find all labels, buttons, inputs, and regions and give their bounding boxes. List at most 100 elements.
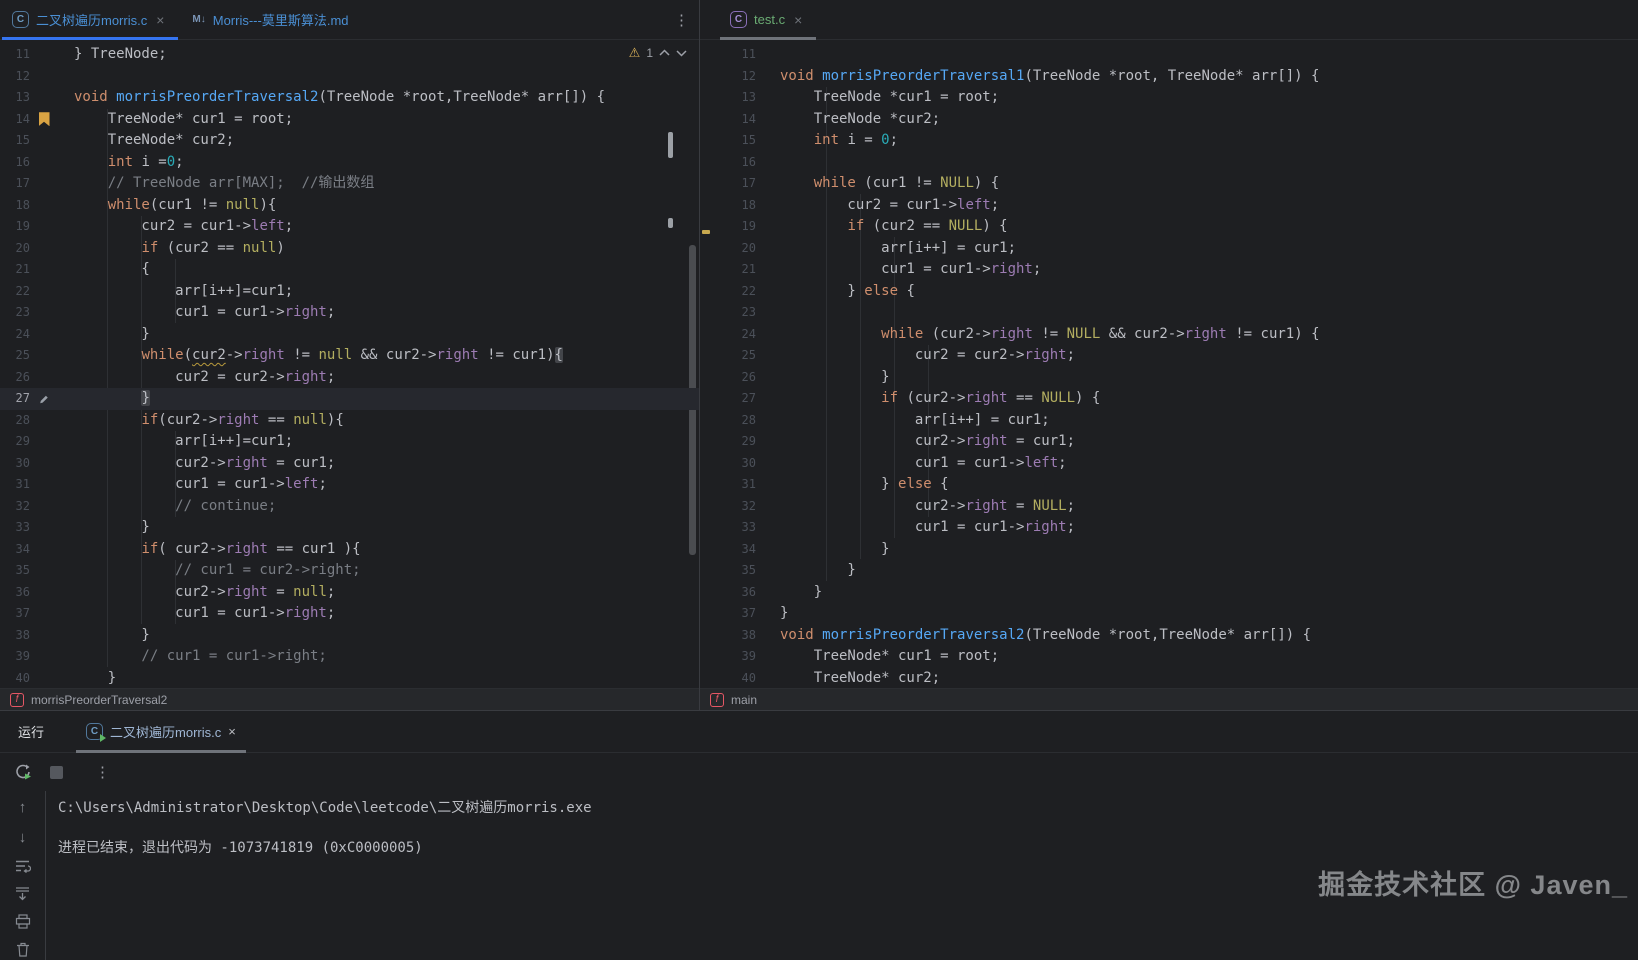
line-number[interactable]: 14 <box>712 109 756 131</box>
breadcrumb-label[interactable]: morrisPreorderTraversal2 <box>31 693 167 707</box>
code-text[interactable]: arr[i++]=cur1; <box>74 281 293 303</box>
code-text[interactable]: // cur1 = cur1->right; <box>74 646 327 668</box>
line-number[interactable]: 39 <box>0 646 30 668</box>
close-icon[interactable]: × <box>154 12 166 28</box>
code-line[interactable]: 40 } <box>0 668 699 689</box>
code-line[interactable]: 25 while(cur2->right != null && cur2->ri… <box>0 345 699 367</box>
gutter[interactable] <box>30 66 58 88</box>
code-line[interactable]: 17 while (cur1 != NULL) { <box>712 173 1638 195</box>
code-line[interactable]: 15 TreeNode* cur2; <box>0 130 699 152</box>
code-text[interactable]: // continue; <box>74 496 276 518</box>
line-number[interactable]: 19 <box>712 216 756 238</box>
code-line[interactable]: 20 if (cur2 == null) <box>0 238 699 260</box>
code-line[interactable]: 27 } <box>0 388 699 410</box>
line-number[interactable]: 11 <box>712 44 756 66</box>
gutter[interactable] <box>30 517 58 539</box>
line-number[interactable]: 35 <box>0 560 30 582</box>
code-text[interactable]: void morrisPreorderTraversal2(TreeNode *… <box>780 625 1311 647</box>
code-line[interactable]: 13void morrisPreorderTraversal2(TreeNode… <box>0 87 699 109</box>
gutter[interactable] <box>30 603 58 625</box>
line-number[interactable]: 26 <box>0 367 30 389</box>
line-number[interactable]: 37 <box>712 603 756 625</box>
close-icon[interactable]: × <box>228 724 236 739</box>
code-line[interactable]: 28 arr[i++] = cur1; <box>712 410 1638 432</box>
line-number[interactable]: 37 <box>0 603 30 625</box>
code-line[interactable]: 36 cur2->right = null; <box>0 582 699 604</box>
line-number[interactable]: 25 <box>712 345 756 367</box>
code-line[interactable]: 20 arr[i++] = cur1; <box>712 238 1638 260</box>
code-text[interactable]: arr[i++] = cur1; <box>780 238 1016 260</box>
code-text[interactable]: } else { <box>780 474 949 496</box>
code-text[interactable]: if (cur2 == NULL) { <box>780 216 1008 238</box>
code-text[interactable]: { <box>74 259 150 281</box>
tab-test-c[interactable]: C test.c × <box>718 0 818 39</box>
stop-icon[interactable] <box>50 766 63 779</box>
gutter[interactable] <box>30 539 58 561</box>
code-line[interactable]: 34 } <box>712 539 1638 561</box>
code-line[interactable]: 15 int i = 0; <box>712 130 1638 152</box>
code-text[interactable]: while (cur2->right != NULL && cur2->righ… <box>780 324 1320 346</box>
code-line[interactable]: 35 // cur1 = cur2->right; <box>0 560 699 582</box>
line-number[interactable]: 28 <box>712 410 756 432</box>
code-text[interactable]: if (cur2 == null) <box>74 238 285 260</box>
code-text[interactable]: cur2->right = cur1; <box>780 431 1075 453</box>
line-number[interactable]: 20 <box>0 238 30 260</box>
code-line[interactable]: 23 <box>712 302 1638 324</box>
clear-icon[interactable] <box>16 942 30 957</box>
more-icon[interactable]: ⋮ <box>664 11 699 29</box>
line-number[interactable]: 36 <box>712 582 756 604</box>
code-line[interactable]: 24 while (cur2->right != NULL && cur2->r… <box>712 324 1638 346</box>
line-number[interactable]: 12 <box>0 66 30 88</box>
line-number[interactable]: 38 <box>712 625 756 647</box>
line-number[interactable]: 27 <box>0 388 30 410</box>
gutter[interactable] <box>30 496 58 518</box>
code-text[interactable]: } TreeNode; <box>74 44 167 66</box>
line-number[interactable]: 12 <box>712 66 756 88</box>
code-text[interactable]: cur2->right = cur1; <box>74 453 335 475</box>
line-number[interactable]: 34 <box>0 539 30 561</box>
code-line[interactable]: 18 cur2 = cur1->left; <box>712 195 1638 217</box>
code-line[interactable]: 26 } <box>712 367 1638 389</box>
code-line[interactable]: 26 cur2 = cur2->right; <box>0 367 699 389</box>
gutter[interactable] <box>30 431 58 453</box>
code-line[interactable]: 17 // TreeNode arr[MAX]; //输出数组 <box>0 173 699 195</box>
gutter[interactable] <box>30 173 58 195</box>
code-text[interactable]: cur2 = cur2->right; <box>780 345 1075 367</box>
code-line[interactable]: 30 cur1 = cur1->left; <box>712 453 1638 475</box>
gutter[interactable] <box>30 453 58 475</box>
code-text[interactable]: // cur1 = cur2->right; <box>74 560 361 582</box>
code-text[interactable]: cur2->right = NULL; <box>780 496 1075 518</box>
gutter[interactable] <box>30 367 58 389</box>
line-number[interactable]: 30 <box>712 453 756 475</box>
code-line[interactable]: 29 cur2->right = cur1; <box>712 431 1638 453</box>
line-number[interactable]: 17 <box>0 173 30 195</box>
code-text[interactable]: } <box>74 324 150 346</box>
code-text[interactable]: cur2 = cur1->left; <box>74 216 293 238</box>
run-panel-title[interactable]: 运行 <box>0 722 60 741</box>
code-text[interactable]: if(cur2->right == null){ <box>74 410 344 432</box>
gutter[interactable] <box>30 259 58 281</box>
code-line[interactable]: 16 <box>712 152 1638 174</box>
code-text[interactable]: cur2 = cur2->right; <box>74 367 335 389</box>
line-number[interactable]: 23 <box>0 302 30 324</box>
code-line[interactable]: 16 int i =0; <box>0 152 699 174</box>
line-number[interactable]: 20 <box>712 238 756 260</box>
gutter[interactable] <box>30 410 58 432</box>
line-number[interactable]: 22 <box>0 281 30 303</box>
gutter[interactable] <box>30 324 58 346</box>
code-line[interactable]: 14 TreeNode* cur1 = root; <box>0 109 699 131</box>
code-line[interactable]: 22 } else { <box>712 281 1638 303</box>
code-line[interactable]: 38 void morrisPreorderTraversal2(TreeNode… <box>712 625 1638 647</box>
code-text[interactable]: cur2 = cur1->left; <box>780 195 999 217</box>
print-icon[interactable] <box>15 914 31 929</box>
gutter[interactable] <box>30 87 58 109</box>
code-text[interactable]: while(cur2->right != null && cur2->right… <box>74 345 563 367</box>
line-number[interactable]: 25 <box>0 345 30 367</box>
gutter[interactable] <box>30 238 58 260</box>
code-line[interactable]: 31 } else { <box>712 474 1638 496</box>
code-line[interactable]: 24 } <box>0 324 699 346</box>
code-line[interactable]: 14 TreeNode *cur2; <box>712 109 1638 131</box>
code-text[interactable]: cur1 = cur1->right; <box>74 302 335 324</box>
gutter[interactable] <box>30 130 58 152</box>
gutter[interactable] <box>30 152 58 174</box>
